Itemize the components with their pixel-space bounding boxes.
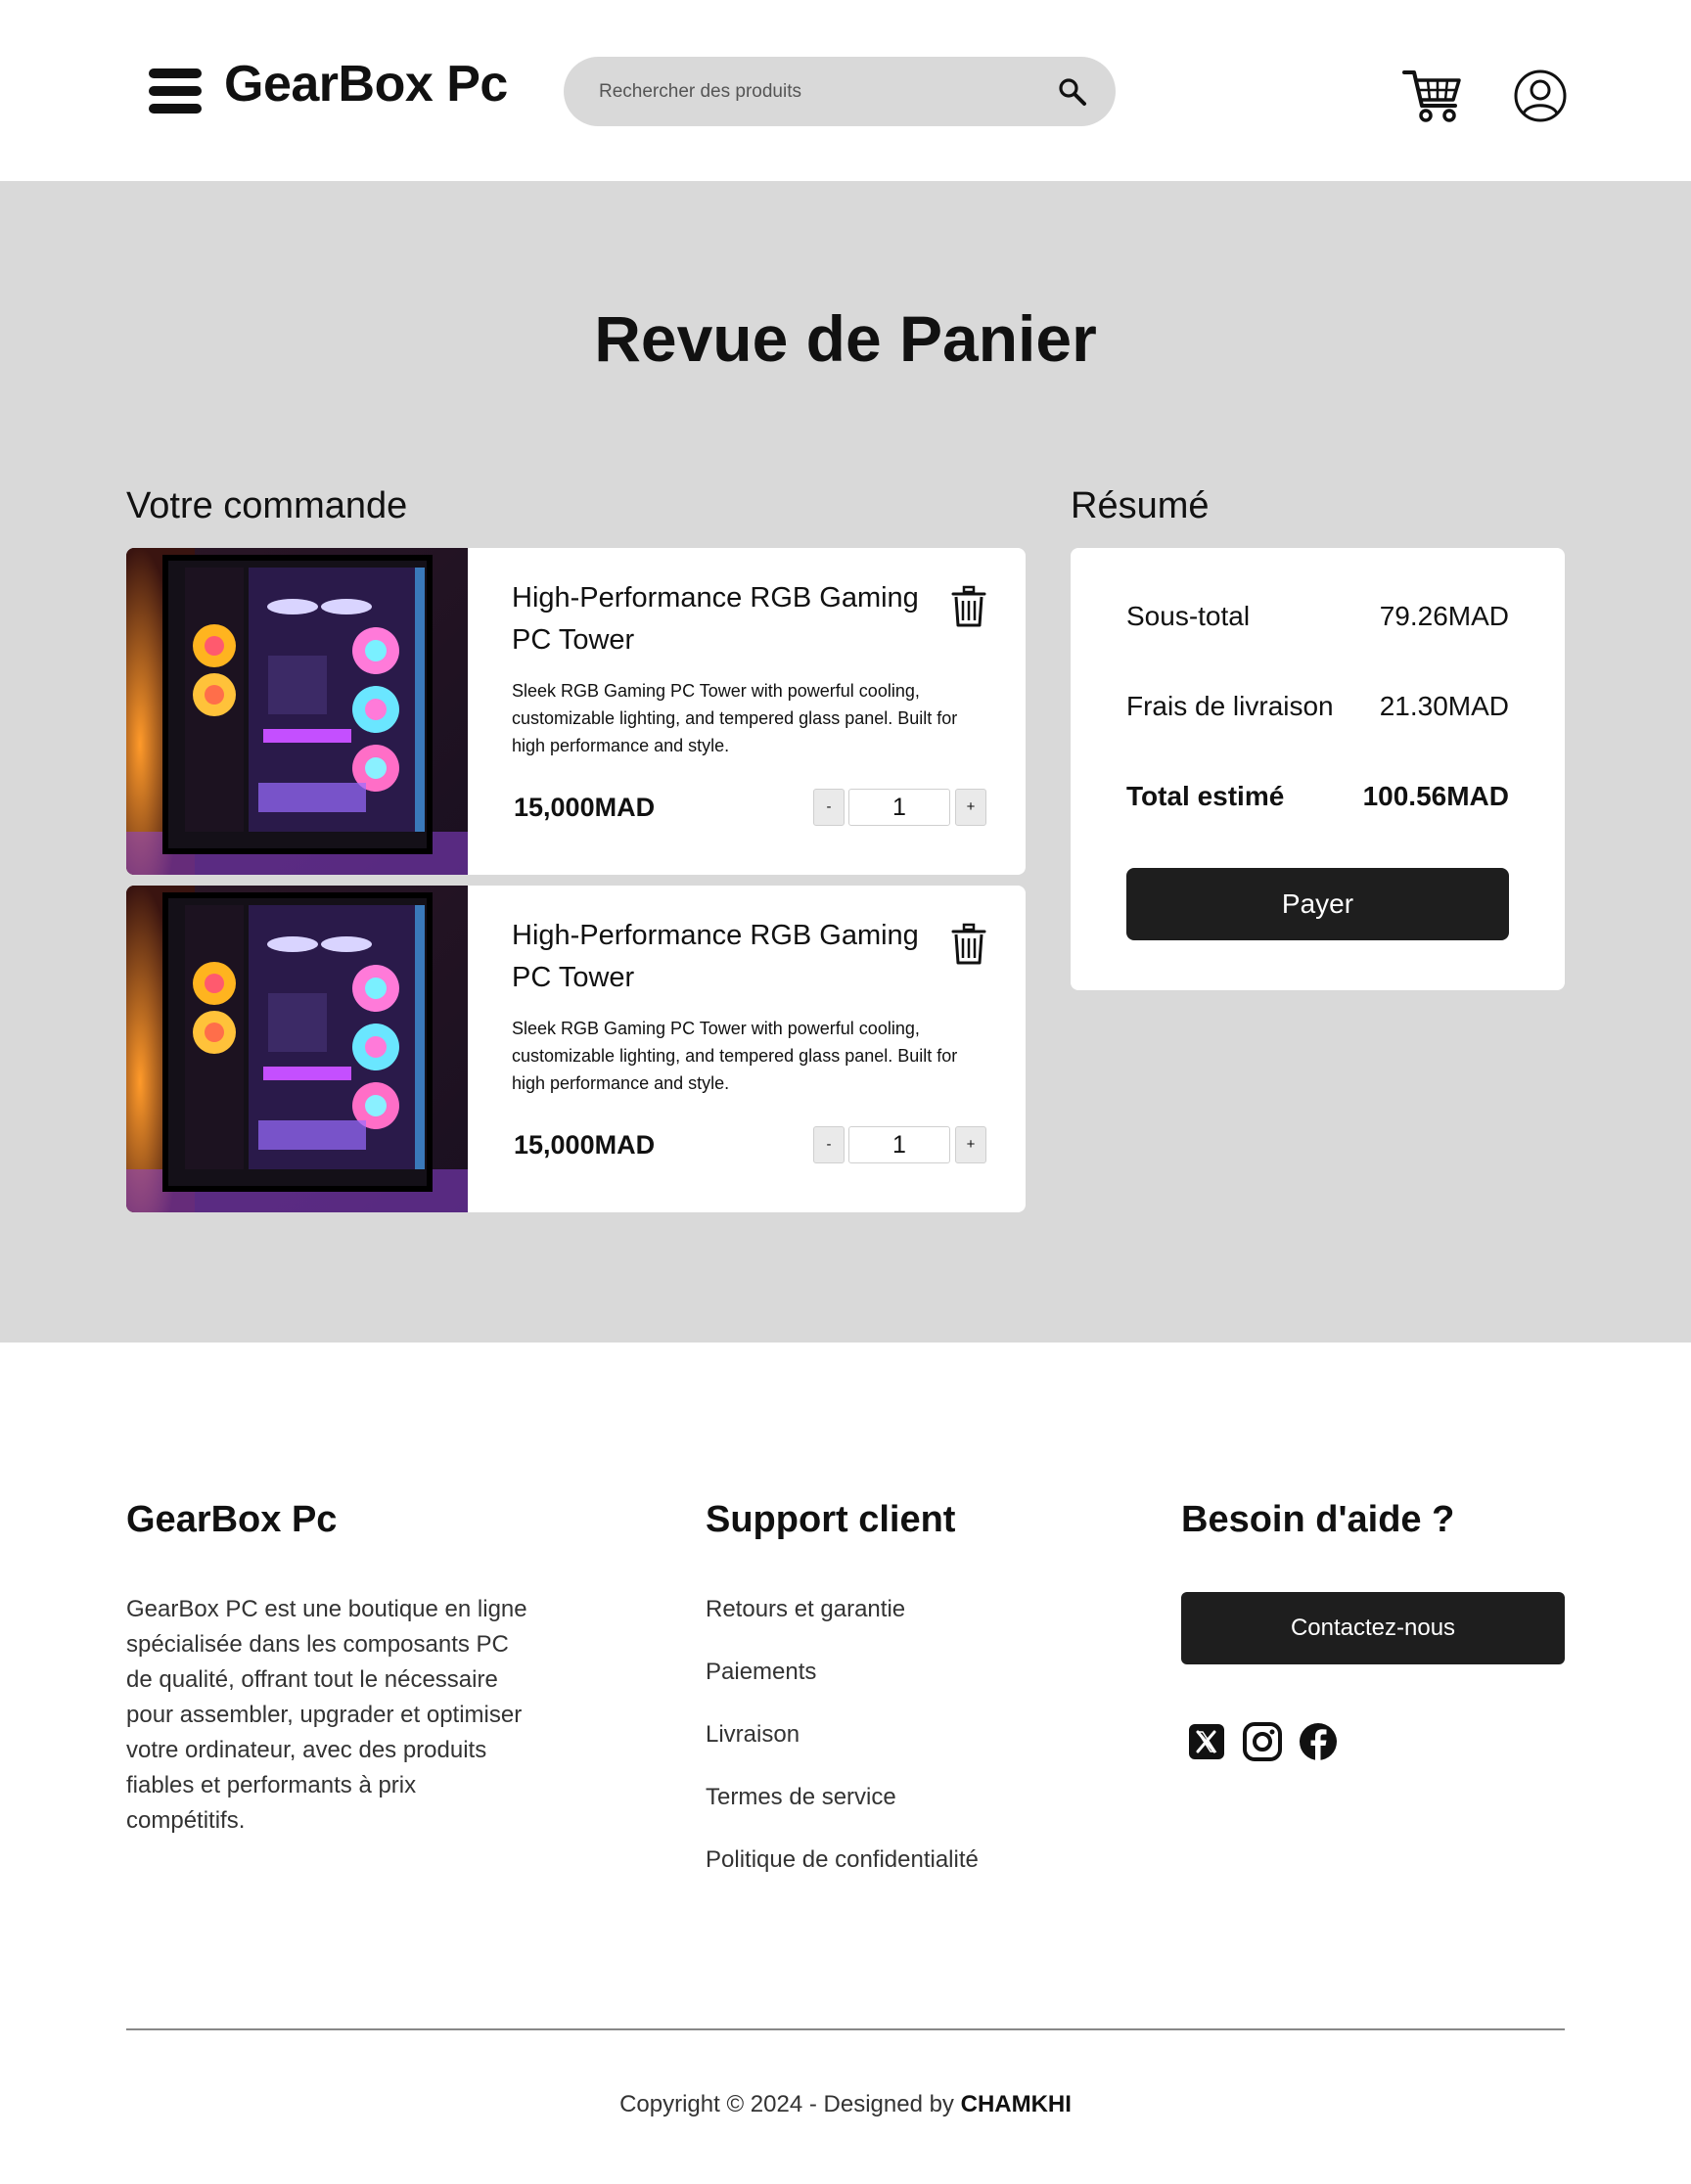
footer-link-privacy[interactable]: Politique de confidentialité (706, 1843, 979, 1905)
footer-divider (126, 2028, 1565, 2030)
site-header: GearBox Pc (0, 0, 1691, 181)
facebook-icon[interactable] (1298, 1721, 1339, 1762)
footer-link-shipping[interactable]: Livraison (706, 1717, 979, 1780)
quantity-input[interactable] (848, 789, 950, 826)
summary-section-title: Résumé (1071, 485, 1210, 526)
quantity-input[interactable] (848, 1126, 950, 1163)
instagram-icon[interactable] (1242, 1721, 1283, 1762)
footer-link-terms[interactable]: Termes de service (706, 1780, 979, 1843)
subtotal-value: 79.26MAD (1379, 601, 1509, 631)
increase-quantity-button[interactable]: + (955, 1126, 986, 1163)
product-price: 15,000MAD (514, 793, 656, 822)
decrease-quantity-button[interactable]: - (813, 789, 845, 826)
total-value: 100.56MAD (1362, 781, 1509, 811)
footer-about-text: GearBox PC est une boutique en ligne spé… (126, 1596, 527, 1834)
hamburger-menu-icon[interactable] (149, 68, 202, 114)
search-bar (564, 57, 1116, 126)
copyright-prefix: Copyright © 2024 - Designed by (619, 2091, 961, 2117)
product-name[interactable]: High-Performance RGB Gaming PC Tower (512, 915, 923, 999)
pay-button[interactable]: Payer (1126, 868, 1509, 940)
trash-icon[interactable] (951, 923, 986, 966)
trash-icon[interactable] (951, 585, 986, 628)
page-title: Revue de Panier (594, 302, 1097, 375)
order-summary-panel: Sous-total 79.26MAD Frais de livraison 2… (1071, 548, 1565, 990)
order-section-title: Votre commande (126, 485, 408, 526)
shipping-label: Frais de livraison (1126, 691, 1334, 721)
footer-link-returns[interactable]: Retours et garantie (706, 1592, 979, 1655)
x-icon[interactable] (1186, 1721, 1227, 1762)
increase-quantity-button[interactable]: + (955, 789, 986, 826)
user-account-icon[interactable] (1514, 69, 1567, 122)
contact-button[interactable]: Contactez-nous (1181, 1592, 1565, 1664)
subtotal-label: Sous-total (1126, 601, 1251, 631)
total-label: Total estimé (1126, 781, 1285, 811)
site-footer: GearBox Pc Support client Besoin d'aide … (0, 1342, 1691, 2184)
product-description: Sleek RGB Gaming PC Tower with powerful … (512, 1019, 958, 1093)
cart-review-section: Revue de Panier Votre commande Résumé Hi… (0, 181, 1691, 1342)
decrease-quantity-button[interactable]: - (813, 1126, 845, 1163)
designer-name: CHAMKHI (960, 2091, 1072, 2117)
shipping-value: 21.30MAD (1379, 691, 1509, 721)
cart-item: High-Performance RGB Gaming PC Tower Sle… (126, 886, 1026, 1212)
copyright-text: Copyright © 2024 - Designed by CHAMKHI (0, 2091, 1691, 2118)
search-input[interactable] (599, 57, 1029, 126)
site-logo-text[interactable]: GearBox Pc (224, 55, 508, 114)
support-links: Retours et garantie Paiements Livraison … (706, 1592, 979, 1905)
product-name[interactable]: High-Performance RGB Gaming PC Tower (512, 577, 923, 661)
product-price: 15,000MAD (514, 1130, 656, 1160)
product-description: Sleek RGB Gaming PC Tower with powerful … (512, 681, 958, 755)
footer-link-payments[interactable]: Paiements (706, 1655, 979, 1717)
footer-support-title: Support client (706, 1499, 956, 1540)
footer-help-title: Besoin d'aide ? (1181, 1499, 1455, 1540)
product-image (126, 886, 468, 1212)
footer-brand: GearBox Pc (126, 1499, 338, 1540)
product-image (126, 548, 468, 875)
cart-icon[interactable] (1402, 67, 1463, 125)
cart-item: High-Performance RGB Gaming PC Tower Sle… (126, 548, 1026, 875)
search-icon[interactable] (1057, 76, 1088, 108)
